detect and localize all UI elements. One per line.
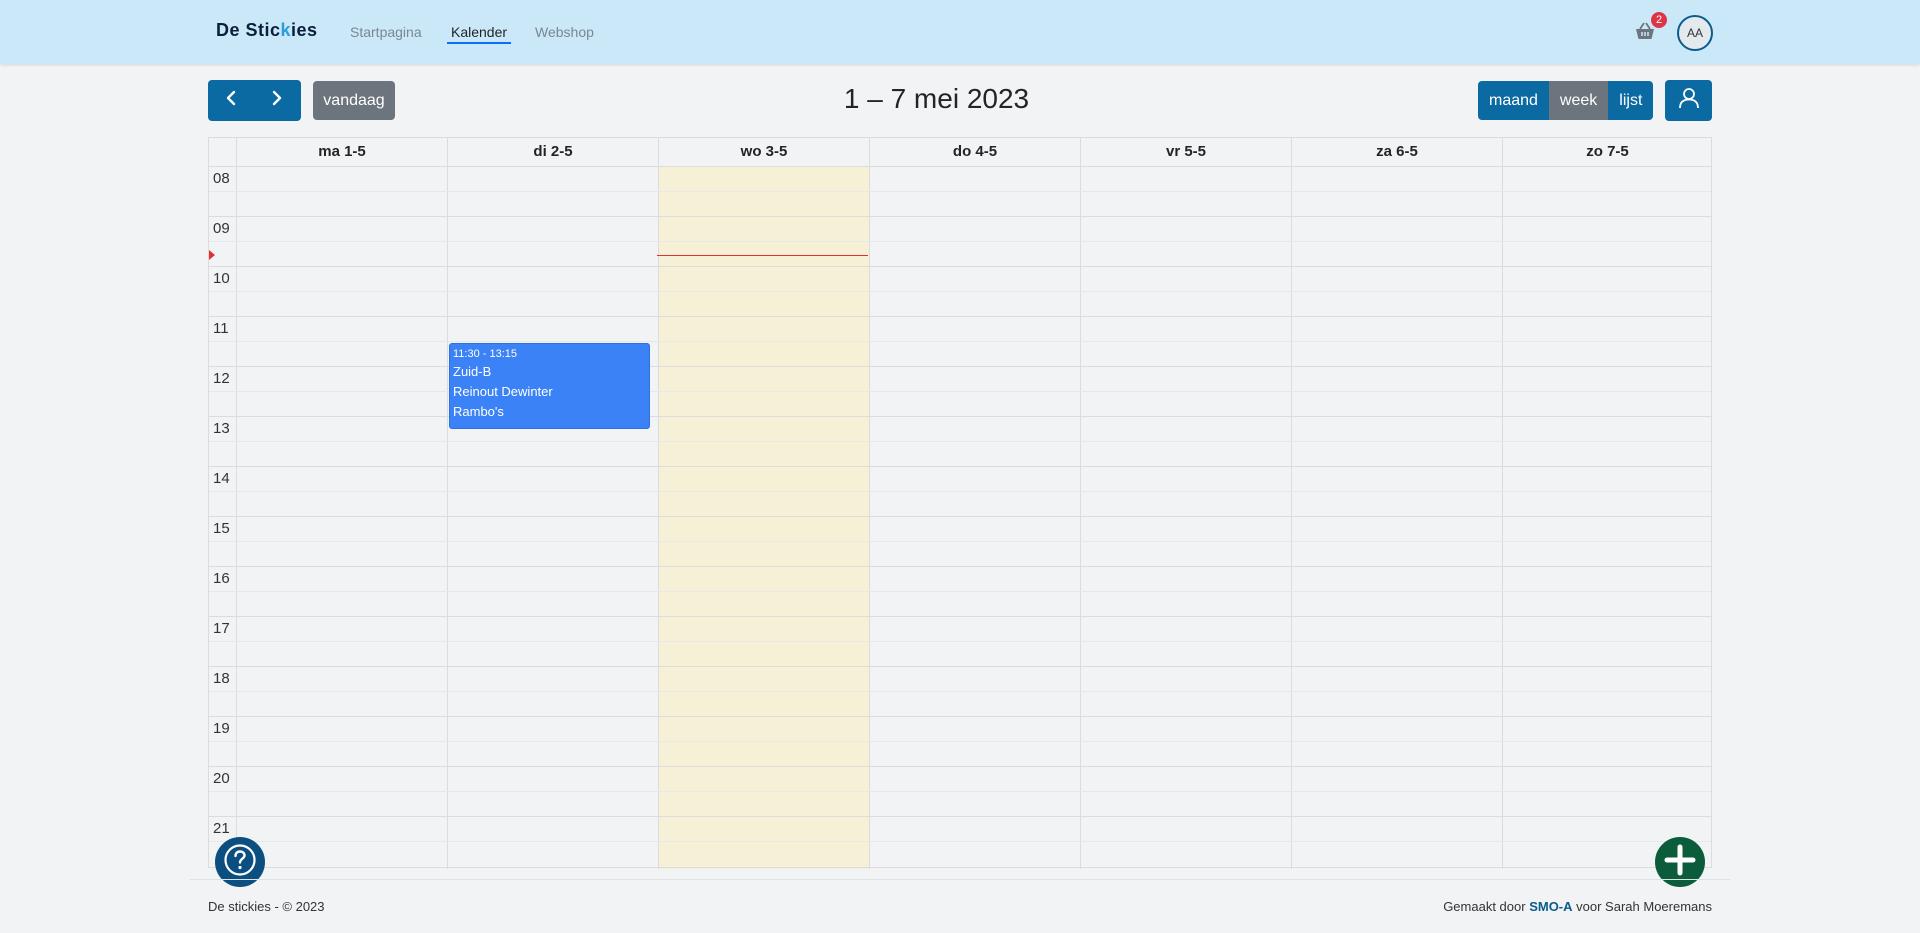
half-hour-line	[209, 191, 1711, 192]
brand-text-3: ies	[291, 20, 318, 40]
hour-line	[209, 266, 1711, 267]
view-switcher: maand week lijst	[1478, 81, 1654, 120]
day-column-di[interactable]	[447, 166, 658, 869]
hour-line	[209, 516, 1711, 517]
user-icon	[1678, 87, 1700, 114]
day-column-wo-today[interactable]	[658, 166, 869, 869]
grid-bottom-line	[209, 867, 1711, 868]
view-month-button[interactable]: maand	[1478, 81, 1549, 120]
event-team: Rambo's	[453, 404, 504, 419]
half-hour-line	[209, 391, 1711, 392]
hour-line	[209, 316, 1711, 317]
half-hour-line	[209, 541, 1711, 542]
hour-label: 20	[213, 770, 230, 787]
today-button[interactable]: vandaag	[313, 81, 395, 120]
brand-logo[interactable]: De Stickies	[216, 20, 318, 41]
hour-label: 11	[213, 320, 229, 337]
day-column-vr[interactable]	[1080, 166, 1291, 869]
hour-line	[209, 716, 1711, 717]
footer-org-link[interactable]: SMO-A	[1529, 899, 1572, 914]
day-header-ma: ma 1-5	[236, 138, 447, 166]
nav-link-startpagina[interactable]: Startpagina	[350, 24, 422, 40]
hour-line	[209, 766, 1711, 767]
calendar-grid: ma 1-5 di 2-5 wo 3-5 do 4-5 vr 5-5 za 6-…	[208, 137, 1712, 869]
day-header-za: za 6-5	[1291, 138, 1502, 166]
hour-line	[209, 616, 1711, 617]
calendar-event[interactable]: 11:30 - 13:15 Zuid-B Reinout Dewinter Ra…	[449, 343, 650, 429]
hour-label: 21	[213, 820, 230, 837]
hour-label: 12	[213, 370, 230, 387]
hour-line	[209, 216, 1711, 217]
hour-label: 16	[213, 570, 230, 587]
day-column-do[interactable]	[869, 166, 1080, 869]
prev-next-group	[208, 80, 301, 121]
next-button[interactable]	[254, 80, 300, 121]
brand-text-1: De Stic	[216, 20, 281, 40]
hour-label: 14	[213, 470, 230, 487]
half-hour-line	[209, 691, 1711, 692]
footer-credits-suffix: voor Sarah Moeremans	[1576, 899, 1712, 914]
user-button[interactable]	[1665, 80, 1712, 121]
day-column-ma[interactable]	[236, 166, 447, 869]
day-header-vr: vr 5-5	[1080, 138, 1291, 166]
chevron-left-icon	[225, 90, 237, 111]
cart-count-badge: 2	[1651, 12, 1667, 28]
prev-button[interactable]	[208, 80, 254, 121]
active-nav-underline	[447, 42, 511, 44]
half-hour-line	[209, 491, 1711, 492]
hour-line	[209, 466, 1711, 467]
half-hour-line	[209, 291, 1711, 292]
hour-line	[209, 366, 1711, 367]
now-indicator-arrow	[209, 250, 215, 260]
event-person: Reinout Dewinter	[453, 384, 553, 399]
calendar-title: 1 – 7 mei 2023	[843, 83, 1030, 114]
nav-link-webshop[interactable]: Webshop	[535, 24, 594, 40]
view-week-button[interactable]: week	[1548, 81, 1609, 120]
footer-credits: Gemaakt door SMO-A voor Sarah Moeremans	[1443, 899, 1712, 914]
day-column-zo[interactable]	[1502, 166, 1712, 869]
half-hour-line	[209, 741, 1711, 742]
hour-label: 09	[213, 220, 230, 237]
nav-link-kalender[interactable]: Kalender	[451, 24, 507, 40]
hour-line	[209, 566, 1711, 567]
navbar: De Stickies Startpagina Kalender Webshop…	[0, 0, 1920, 64]
hour-label: 08	[213, 170, 230, 187]
hour-label: 19	[213, 720, 230, 737]
plus-icon	[1663, 843, 1697, 882]
half-hour-line	[209, 591, 1711, 592]
half-hour-line	[209, 241, 1711, 242]
half-hour-line	[209, 641, 1711, 642]
footer-divider	[190, 879, 1730, 880]
chevron-right-icon	[271, 90, 283, 111]
day-column-za[interactable]	[1291, 166, 1502, 869]
header-divider	[209, 166, 1711, 167]
half-hour-line	[209, 841, 1711, 842]
view-list-button[interactable]: lijst	[1608, 81, 1654, 120]
event-location: Zuid-B	[453, 364, 492, 379]
now-indicator-line	[657, 255, 868, 256]
question-circle-icon	[223, 843, 257, 882]
footer-copyright: De stickies - © 2023	[208, 899, 325, 914]
hour-line	[209, 416, 1711, 417]
avatar[interactable]: AA	[1677, 15, 1713, 51]
event-time: 11:30 - 13:15	[453, 348, 518, 360]
hour-label: 17	[213, 620, 230, 637]
day-header-do: do 4-5	[869, 138, 1080, 166]
day-header-di: di 2-5	[447, 138, 658, 166]
hour-line	[209, 666, 1711, 667]
hour-label: 18	[213, 670, 230, 687]
hour-label: 13	[213, 420, 230, 437]
day-header-wo: wo 3-5	[658, 138, 869, 166]
brand-text-2: k	[280, 20, 292, 40]
half-hour-line	[209, 341, 1711, 342]
day-header-zo: zo 7-5	[1502, 138, 1712, 166]
half-hour-line	[209, 441, 1711, 442]
hour-label: 10	[213, 270, 230, 287]
footer-credits-prefix: Gemaakt door	[1443, 899, 1526, 914]
hour-label: 15	[213, 520, 230, 537]
hour-line	[209, 816, 1711, 817]
half-hour-line	[209, 791, 1711, 792]
